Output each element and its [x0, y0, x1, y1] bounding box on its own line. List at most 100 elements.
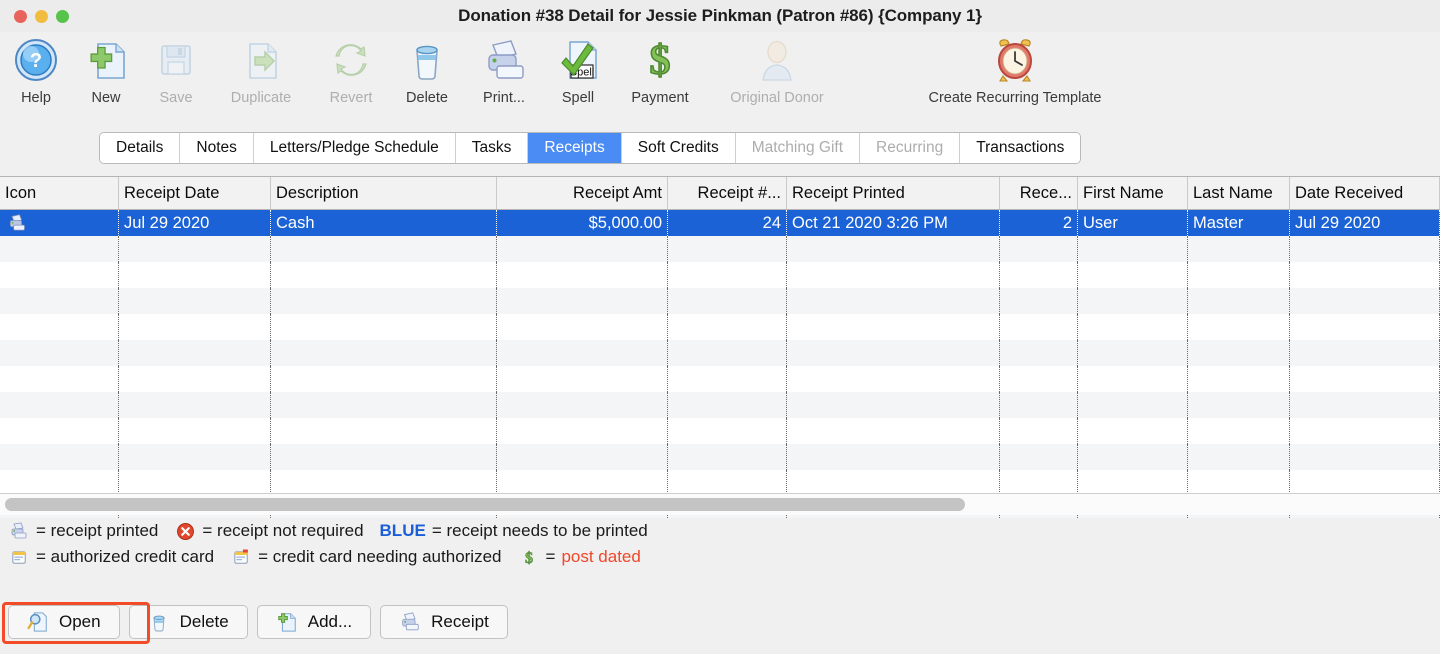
button-add[interactable]: Add... — [256, 605, 372, 639]
cell-empty — [1078, 444, 1188, 470]
tab-tasks[interactable]: Tasks — [455, 133, 529, 163]
tab-transactions[interactable]: Transactions — [960, 133, 1081, 163]
toolbar-button-label: Original Donor — [730, 90, 824, 106]
table-row-empty[interactable] — [0, 392, 1440, 418]
cell-empty — [271, 314, 497, 340]
dollar-sign-icon: $ — [636, 36, 684, 84]
cell-empty — [1078, 366, 1188, 392]
table-row[interactable]: Jul 29 2020 Cash $5,000.00 24 Oct 21 2020 3:… — [0, 210, 1440, 236]
cell-empty — [1188, 418, 1290, 444]
cell-empty — [1000, 418, 1078, 444]
cell-empty — [271, 366, 497, 392]
tab-receipts[interactable]: Receipts — [528, 133, 622, 163]
cell-empty — [1188, 262, 1290, 288]
cell-empty — [497, 366, 668, 392]
donation-detail-window: Donation #38 Detail for Jessie Pinkman (… — [0, 0, 1440, 654]
cell-empty — [1078, 314, 1188, 340]
table-row-empty[interactable] — [0, 288, 1440, 314]
legend-blue-keyword: BLUE — [379, 521, 426, 540]
cell-empty — [1188, 392, 1290, 418]
toolbar-button-payment[interactable]: $ Payment — [595, 36, 725, 106]
button-receipt[interactable]: Receipt — [380, 605, 508, 639]
column-header-receipt[interactable]: Receipt #... — [668, 177, 787, 209]
column-header-date-received[interactable]: Date Received — [1290, 177, 1440, 209]
cell-empty — [0, 366, 119, 392]
cell-empty — [497, 340, 668, 366]
column-header-rece[interactable]: Rece... — [1000, 177, 1078, 209]
column-header-icon[interactable]: Icon — [0, 177, 119, 209]
cell-empty — [1000, 444, 1078, 470]
table-row-empty[interactable] — [0, 262, 1440, 288]
cell-empty — [1290, 236, 1440, 262]
cell-empty — [1188, 340, 1290, 366]
toolbar-button-original-donor: Original Donor — [712, 36, 842, 106]
tab-notes[interactable]: Notes — [180, 133, 254, 163]
tab-matching-gift: Matching Gift — [735, 133, 861, 163]
cell-empty — [1000, 288, 1078, 314]
cell-empty — [668, 366, 787, 392]
horizontal-scrollbar[interactable] — [0, 493, 1440, 515]
tab-details[interactable]: Details — [100, 133, 181, 163]
toolbar-button-label: Spell — [561, 90, 595, 106]
person-icon — [753, 36, 801, 84]
legend-item-5-text: = credit card needing authorized — [258, 547, 502, 566]
save-floppy-icon — [152, 36, 200, 84]
cell-empty — [119, 392, 271, 418]
cell-empty — [271, 392, 497, 418]
cell-receipt: 24 — [668, 210, 787, 236]
credit-card-pending-icon — [230, 547, 252, 567]
printer-icon — [399, 611, 421, 633]
cell-empty — [0, 314, 119, 340]
table-row-empty[interactable] — [0, 444, 1440, 470]
cell-empty — [787, 314, 1000, 340]
cell-empty — [1000, 340, 1078, 366]
cell-empty — [1290, 392, 1440, 418]
cell-empty — [0, 444, 119, 470]
column-header-description[interactable]: Description — [271, 177, 497, 209]
cell-empty — [1078, 262, 1188, 288]
button-delete[interactable]: Delete — [128, 605, 248, 639]
trash-icon — [148, 611, 170, 633]
cell-empty — [497, 288, 668, 314]
table-row-empty[interactable] — [0, 340, 1440, 366]
printer-icon — [8, 521, 30, 541]
cell-empty — [1078, 418, 1188, 444]
column-header-last-name[interactable]: Last Name — [1188, 177, 1290, 209]
tab-letters-pledge-schedule[interactable]: Letters/Pledge Schedule — [253, 133, 456, 163]
table-row-empty[interactable] — [0, 418, 1440, 444]
legend-panel: = receipt printed = receipt not required… — [0, 518, 1440, 596]
toolbar-button-create-recurring-template[interactable]: Create Recurring Template — [900, 36, 1130, 106]
legend-item-6-text: = — [545, 547, 556, 566]
scrollbar-thumb[interactable] — [5, 498, 965, 511]
button-label: Receipt — [431, 612, 489, 631]
cell-receipt-date: Jul 29 2020 — [119, 210, 271, 236]
toolbar-button-label: Payment — [631, 90, 689, 106]
cell-empty — [119, 418, 271, 444]
cell-empty — [787, 392, 1000, 418]
button-label: Open — [59, 612, 101, 631]
cell-empty — [119, 444, 271, 470]
table-row-empty[interactable] — [0, 366, 1440, 392]
cell-description: Cash — [271, 210, 497, 236]
table-row-empty[interactable] — [0, 314, 1440, 340]
window-title: Donation #38 Detail for Jessie Pinkman (… — [458, 6, 982, 25]
cell-empty — [787, 340, 1000, 366]
tab-soft-credits[interactable]: Soft Credits — [621, 133, 736, 163]
svg-text:$: $ — [524, 550, 532, 567]
toolbar-button-label: Duplicate — [230, 90, 292, 106]
cell-empty — [668, 288, 787, 314]
cell-receipt-printed: Oct 21 2020 3:26 PM — [787, 210, 1000, 236]
column-header-receipt-date[interactable]: Receipt Date — [119, 177, 271, 209]
column-header-first-name[interactable]: First Name — [1078, 177, 1188, 209]
table-row-empty[interactable] — [0, 236, 1440, 262]
legend-item-3-text: = receipt needs to be printed — [431, 521, 648, 540]
cell-empty — [668, 392, 787, 418]
cell-empty — [1290, 418, 1440, 444]
add-document-icon — [276, 611, 298, 633]
column-header-receipt-amt[interactable]: Receipt Amt — [497, 177, 668, 209]
svg-text:$: $ — [650, 38, 671, 84]
button-open[interactable]: Open — [8, 605, 120, 639]
column-header-receipt-printed[interactable]: Receipt Printed — [787, 177, 1000, 209]
cell-empty — [1000, 392, 1078, 418]
cell-empty — [787, 444, 1000, 470]
